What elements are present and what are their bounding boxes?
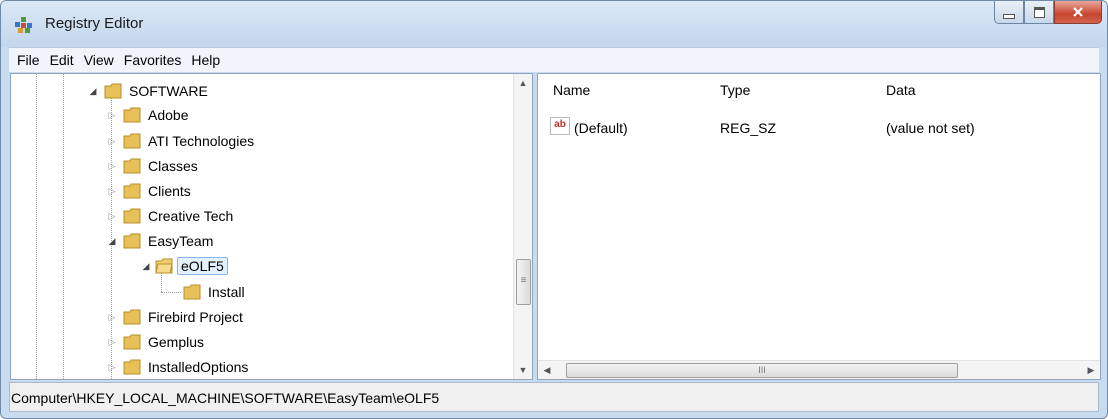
tree-item-software[interactable]: ◢ SOFTWARE — [88, 79, 211, 103]
tree-item-label: eOLF5 — [177, 257, 228, 275]
tree-item-label: Creative Tech — [148, 208, 234, 224]
window-title: Registry Editor — [45, 15, 144, 32]
caption-buttons — [994, 1, 1102, 25]
folder-icon — [123, 359, 141, 375]
folder-icon — [104, 83, 122, 99]
collapse-arrow-icon[interactable]: ◢ — [107, 236, 117, 246]
expand-arrow-icon[interactable]: ▷ — [107, 337, 117, 347]
tree-item-label: EasyTeam — [148, 233, 214, 249]
values-list-pane[interactable]: Name Type Data ab (Default) REG_SZ (valu… — [537, 73, 1101, 380]
tree-item-easyteam[interactable]: ◢ EasyTeam — [107, 229, 216, 253]
tree-guide-line — [63, 74, 64, 379]
folder-icon — [123, 208, 141, 224]
scroll-grip-icon: III — [758, 365, 766, 375]
column-header-name[interactable]: Name — [553, 82, 590, 98]
string-value-icon: ab — [550, 117, 570, 135]
key-tree-pane[interactable]: ◢ SOFTWARE ▷ Adobe ▷ ATI Technologies ▷ … — [10, 73, 533, 380]
tree-scroll-thumb[interactable]: ≡ — [516, 259, 531, 305]
tree-guide-line — [161, 292, 181, 293]
scroll-down-arrow-icon[interactable]: ▼ — [514, 361, 532, 379]
title-bar[interactable]: Registry Editor — [1, 1, 1107, 47]
key-path: Computer\HKEY_LOCAL_MACHINE\SOFTWARE\Eas… — [11, 390, 440, 406]
expand-arrow-icon[interactable]: ▷ — [107, 312, 117, 322]
value-name: (Default) — [574, 120, 628, 136]
menu-file[interactable]: File — [9, 48, 45, 72]
folder-icon — [183, 284, 201, 300]
tree-item-clients[interactable]: ▷ Clients — [107, 179, 194, 203]
tree-item-label: Install — [208, 284, 245, 300]
folder-icon — [123, 233, 141, 249]
list-scroll-thumb[interactable]: III — [566, 363, 958, 378]
tree-item-classes[interactable]: ▷ Classes — [107, 154, 201, 178]
tree-item-firebird-project[interactable]: ▷ Firebird Project — [107, 305, 246, 329]
registry-editor-icon — [15, 17, 32, 33]
scroll-left-arrow-icon[interactable]: ◀ — [538, 361, 556, 379]
value-data: (value not set) — [886, 120, 975, 136]
close-icon — [1073, 7, 1083, 17]
column-header-data[interactable]: Data — [886, 82, 916, 98]
expand-arrow-icon[interactable]: ▷ — [107, 136, 117, 146]
maximize-button[interactable] — [1024, 1, 1054, 24]
scroll-right-arrow-icon[interactable]: ▶ — [1082, 361, 1100, 379]
expand-arrow-icon[interactable]: ▷ — [107, 161, 117, 171]
minimize-button[interactable] — [994, 1, 1024, 24]
tree-item-label: Firebird Project — [148, 309, 243, 325]
tree-item-creative-tech[interactable]: ▷ Creative Tech — [107, 204, 236, 228]
menu-favorites[interactable]: Favorites — [119, 48, 187, 72]
tree-item-label: Clients — [148, 183, 191, 199]
tree-guide-line — [36, 74, 37, 379]
folder-icon — [123, 183, 141, 199]
folder-icon — [123, 309, 141, 325]
tree-vertical-scrollbar[interactable]: ▲ ≡ ▼ — [513, 74, 532, 379]
list-horizontal-scrollbar[interactable]: ◀ III ▶ — [538, 360, 1100, 379]
tree-item-adobe[interactable]: ▷ Adobe — [107, 103, 191, 127]
tree-item-gemplus[interactable]: ▷ Gemplus — [107, 330, 207, 354]
folder-icon — [123, 107, 141, 123]
expand-arrow-icon[interactable]: ▷ — [107, 110, 117, 120]
tree-item-label: InstalledOptions — [148, 359, 249, 375]
registry-editor-window: Registry Editor File Edit View Favorites Hel… — [0, 0, 1108, 419]
maximize-icon — [1033, 6, 1045, 18]
column-header-type[interactable]: Type — [720, 82, 750, 98]
tree-item-label: SOFTWARE — [129, 83, 208, 99]
value-type: REG_SZ — [720, 120, 777, 136]
close-button[interactable] — [1054, 1, 1102, 24]
menu-help[interactable]: Help — [186, 48, 225, 72]
minimize-icon — [1003, 13, 1015, 19]
expand-arrow-icon[interactable]: ▷ — [107, 362, 117, 372]
expand-arrow-icon[interactable]: ▷ — [107, 186, 117, 196]
expand-arrow-icon[interactable]: ▷ — [107, 211, 117, 221]
tree-item-eolf5[interactable]: ◢ eOLF5 — [141, 254, 228, 278]
folder-icon — [123, 334, 141, 350]
tree-item-label: ATI Technologies — [148, 133, 255, 149]
open-folder-icon — [155, 258, 173, 274]
tree-item-label: Adobe — [148, 107, 189, 123]
status-bar: Computer\HKEY_LOCAL_MACHINE\SOFTWARE\Eas… — [9, 382, 1099, 412]
scroll-up-arrow-icon[interactable]: ▲ — [514, 74, 532, 92]
tree-item-installedoptions[interactable]: ▷ InstalledOptions — [107, 355, 251, 379]
menu-bar: File Edit View Favorites Help — [9, 47, 1099, 72]
scroll-grip-icon: ≡ — [520, 275, 527, 286]
tree-item-label: Classes — [148, 158, 198, 174]
collapse-arrow-icon[interactable]: ◢ — [88, 86, 98, 96]
menu-edit[interactable]: Edit — [45, 48, 79, 72]
folder-icon — [123, 133, 141, 149]
tree-item-ati-technologies[interactable]: ▷ ATI Technologies — [107, 129, 257, 153]
menu-view[interactable]: View — [79, 48, 119, 72]
tree-item-label: Gemplus — [148, 334, 205, 350]
tree-item-install[interactable]: Install — [183, 280, 248, 304]
collapse-arrow-icon[interactable]: ◢ — [141, 261, 151, 271]
folder-icon — [123, 158, 141, 174]
